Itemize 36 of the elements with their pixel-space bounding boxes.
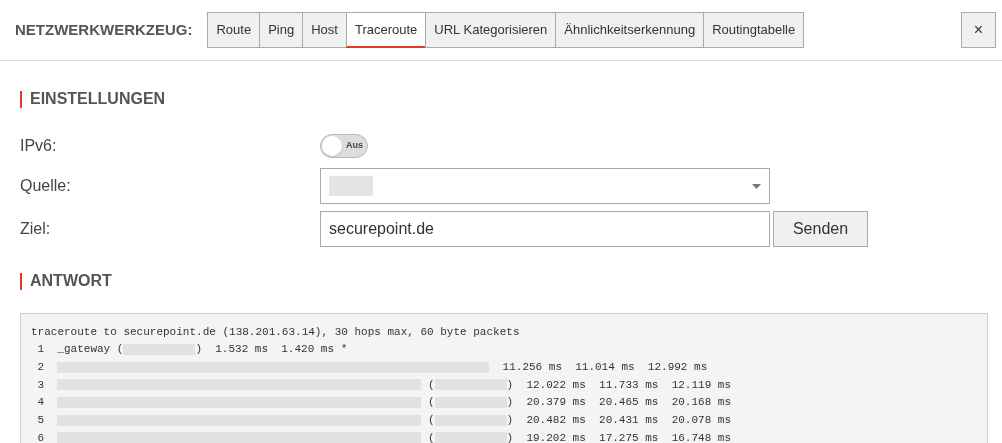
output-text: ) 19.202 ms 17.275 ms 16.748 ms — [506, 430, 732, 443]
field-label: IPv6: — [20, 136, 58, 156]
output-text: ) 1.532 ms 1.420 ms * — [195, 342, 348, 358]
output-text: 2 — [36, 359, 46, 375]
section-heading: ANTWORT — [30, 271, 112, 291]
toolbar-title: NETZWERKWERKZEUG: — [15, 19, 193, 40]
tab[interactable]: URL Kategorisieren — [425, 12, 557, 48]
caret-icon — [752, 183, 761, 189]
output-text: ( — [427, 413, 435, 429]
output-text: ) 12.022 ms 11.733 ms 12.119 ms — [506, 377, 732, 393]
output-text: ( — [427, 377, 435, 393]
tab[interactable]: Route — [207, 12, 261, 48]
tab[interactable]: Routingtabelle — [703, 12, 805, 48]
output-text: ( — [427, 395, 435, 411]
tab[interactable]: Ping — [259, 12, 304, 48]
toggle-switch[interactable]: Aus — [320, 134, 368, 158]
output-text: 6 — [36, 430, 46, 443]
send-button[interactable]: Senden — [773, 211, 868, 247]
output-text: ) 20.379 ms 20.465 ms 20.168 ms — [506, 395, 732, 411]
section-heading: EINSTELLUNGEN — [30, 89, 166, 109]
tab[interactable]: Traceroute — [345, 12, 427, 48]
output-text: 5 — [36, 413, 46, 429]
output-text: 3 — [36, 377, 46, 393]
output-text: ( — [427, 430, 435, 443]
output-text: 4 — [36, 395, 46, 411]
output-text: traceroute to securepoint.de (138.201.63.14), 30 hops max, 60 byte packets — [31, 324, 520, 340]
target-input[interactable]: securepoint.de — [320, 211, 770, 247]
output-text: 11.256 ms 11.014 ms 12.992 ms — [501, 359, 708, 375]
source-select[interactable] — [320, 168, 770, 204]
close-button[interactable]: × — [961, 12, 996, 48]
tab[interactable]: Host — [302, 12, 347, 48]
output-text: 1 _gateway ( — [36, 342, 124, 358]
output-text: ) 20.482 ms 20.431 ms 20.078 ms — [506, 413, 732, 429]
field-label: Ziel: — [20, 219, 52, 239]
tab[interactable]: Ähnlichkeitserkennung — [555, 12, 705, 48]
field-label: Quelle: — [20, 176, 72, 196]
